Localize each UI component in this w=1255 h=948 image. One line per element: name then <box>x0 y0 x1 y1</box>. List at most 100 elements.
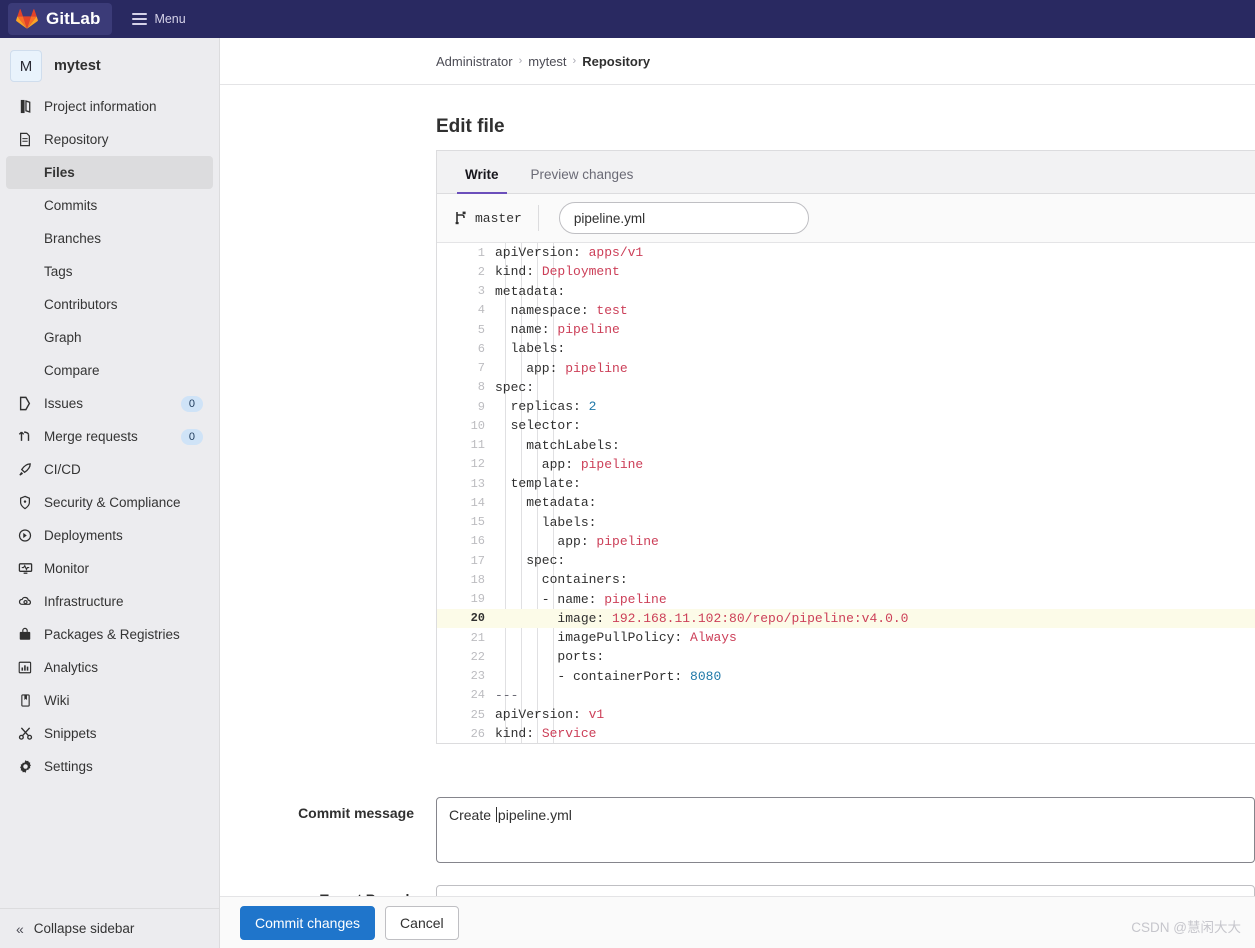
code-value: apps/v1 <box>588 245 644 261</box>
code-line[interactable]: 3 metadata: <box>437 282 1255 301</box>
line-number: 8 <box>477 380 485 395</box>
sidebar-item-tags[interactable]: Tags <box>6 255 213 288</box>
sidebar-item-monitor[interactable]: Monitor <box>6 552 213 585</box>
sidebar-item-label: Repository <box>44 132 109 147</box>
code-line[interactable]: 6 labels: <box>437 339 1255 358</box>
code-key: metadata: <box>495 283 566 299</box>
sidebar-item-repository[interactable]: Repository <box>6 123 213 156</box>
sidebar-item-label: Branches <box>44 231 102 246</box>
sidebar-item-issues[interactable]: Issues 0 <box>6 387 213 420</box>
code-line[interactable]: 17 spec: <box>437 551 1255 570</box>
line-number: 15 <box>470 515 485 530</box>
line-number: 4 <box>477 303 485 318</box>
sidebar-item-merge-requests[interactable]: Merge requests 0 <box>6 420 213 453</box>
rocket-icon <box>16 461 34 479</box>
code-line[interactable]: 13 template: <box>437 474 1255 493</box>
cancel-button[interactable]: Cancel <box>385 905 459 940</box>
sidebar-item-settings[interactable]: Settings <box>6 750 213 783</box>
sidebar-item-snippets[interactable]: Snippets <box>6 717 213 750</box>
breadcrumb-item-1[interactable]: Administrator <box>436 54 513 69</box>
watermark: CSDN @慧闲大大 <box>1131 920 1241 935</box>
tab-write[interactable]: Write <box>457 167 507 194</box>
code-line[interactable]: 25 apiVersion: v1 <box>437 705 1255 724</box>
code-line[interactable]: 10 selector: <box>437 416 1255 435</box>
code-line[interactable]: 11 matchLabels: <box>437 436 1255 455</box>
sidebar-item-label: Merge requests <box>44 429 138 444</box>
line-number: 13 <box>470 476 485 491</box>
code-line[interactable]: 9 replicas: 2 <box>437 397 1255 416</box>
code-line[interactable]: 14 metadata: <box>437 493 1255 512</box>
line-number: 11 <box>470 438 485 453</box>
sidebar-item-label: Commits <box>44 198 98 213</box>
gitlab-home-link[interactable]: GitLab <box>8 3 113 35</box>
breadcrumb-item-3[interactable]: Repository <box>582 54 650 69</box>
code-key: spec: <box>495 553 566 569</box>
code-key: imagePullPolicy: <box>495 630 691 646</box>
project-home-link[interactable]: M mytest <box>0 42 219 90</box>
code-line[interactable]: 26 kind: Service <box>437 724 1255 743</box>
sidebar-item-contributors[interactable]: Contributors <box>6 288 213 321</box>
project-avatar: M <box>10 50 42 82</box>
code-line[interactable]: 7 app: pipeline <box>437 359 1255 378</box>
sidebar-item-infrastructure[interactable]: Infrastructure <box>6 585 213 618</box>
code-line[interactable]: 22 ports: <box>437 647 1255 666</box>
sidebar-item-label: Compare <box>44 363 100 378</box>
cloud-gear-icon <box>16 593 34 611</box>
code-line[interactable]: 2 kind: Deployment <box>437 262 1255 281</box>
sidebar-item-commits[interactable]: Commits <box>6 189 213 222</box>
code-key: kind: <box>495 264 542 280</box>
page-title: Edit file <box>436 116 505 137</box>
code-line[interactable]: 8 spec: <box>437 378 1255 397</box>
sidebar-item-packages-registries[interactable]: Packages & Registries <box>6 618 213 651</box>
code-line[interactable]: 23 - containerPort: 8080 <box>437 667 1255 686</box>
code-key: spec: <box>495 379 535 395</box>
file-name-input[interactable] <box>558 202 809 234</box>
code-key: metadata: <box>495 495 597 511</box>
code-text: - containerPort: 8080 <box>495 669 721 684</box>
sidebar-item-analytics[interactable]: Analytics <box>6 651 213 684</box>
commit-changes-button[interactable]: Commit changes <box>240 905 376 940</box>
form-footer: Commit changes Cancel <box>220 896 1255 948</box>
sidebar-item-files[interactable]: Files <box>6 156 213 189</box>
code-line[interactable]: 19 - name: pipeline <box>437 590 1255 609</box>
code-key: namespace: <box>495 302 597 318</box>
line-number: 25 <box>470 707 485 722</box>
sidebar-item-project-information[interactable]: Project information <box>6 90 213 123</box>
sidebar-item-compare[interactable]: Compare <box>6 354 213 387</box>
branch-name: master <box>475 210 522 226</box>
collapse-sidebar-button[interactable]: « Collapse sidebar <box>0 908 219 948</box>
code-key: --- <box>495 687 519 703</box>
code-line[interactable]: 5 name: pipeline <box>437 320 1255 339</box>
code-line[interactable]: 20 image: 192.168.11.102:80/repo/pipelin… <box>437 608 1255 628</box>
breadcrumb-item-2[interactable]: mytest <box>528 54 566 69</box>
package-icon <box>16 626 34 644</box>
code-line[interactable]: 16 app: pipeline <box>437 532 1255 551</box>
code-text: ports: <box>495 649 604 664</box>
code-text: app: pipeline <box>495 361 627 376</box>
code-line[interactable]: 21 imagePullPolicy: Always <box>437 628 1255 647</box>
code-line[interactable]: 4 namespace: test <box>437 301 1255 320</box>
sidebar-item-ci-cd[interactable]: CI/CD <box>6 453 213 486</box>
text-cursor <box>495 807 497 822</box>
code-line[interactable]: 15 labels: <box>437 513 1255 532</box>
code-text: metadata: <box>495 284 565 299</box>
code-line[interactable]: 24 --- <box>437 686 1255 705</box>
code-key: selector: <box>495 418 581 434</box>
code-line[interactable]: 1 apiVersion: apps/v1 <box>437 243 1255 262</box>
main-menu-button[interactable]: Menu <box>126 4 191 34</box>
sidebar-item-deployments[interactable]: Deployments <box>6 519 213 552</box>
code-editor[interactable]: 1 apiVersion: apps/v1 2 kind: Deployment 3 me… <box>437 243 1255 743</box>
code-line[interactable]: 18 containers: <box>437 570 1255 589</box>
tab-preview-changes[interactable]: Preview changes <box>523 167 642 193</box>
commit-message-input[interactable]: Create pipeline.yml <box>436 797 1255 863</box>
sidebar-item-graph[interactable]: Graph <box>6 321 213 354</box>
sidebar-item-security-compliance[interactable]: Security & Compliance <box>6 486 213 519</box>
sidebar-item-wiki[interactable]: Wiki <box>6 684 213 717</box>
scissors-icon <box>16 725 34 743</box>
sidebar-item-label: Issues <box>44 396 84 411</box>
gitlab-tanuki-logo <box>16 9 38 29</box>
code-line[interactable]: 12 app: pipeline <box>437 455 1255 474</box>
code-key: replicas: <box>495 399 589 415</box>
sidebar-item-branches[interactable]: Branches <box>6 222 213 255</box>
code-value: 192.168.11.102:80/repo/pipeline:v4.0.0 <box>612 610 909 626</box>
